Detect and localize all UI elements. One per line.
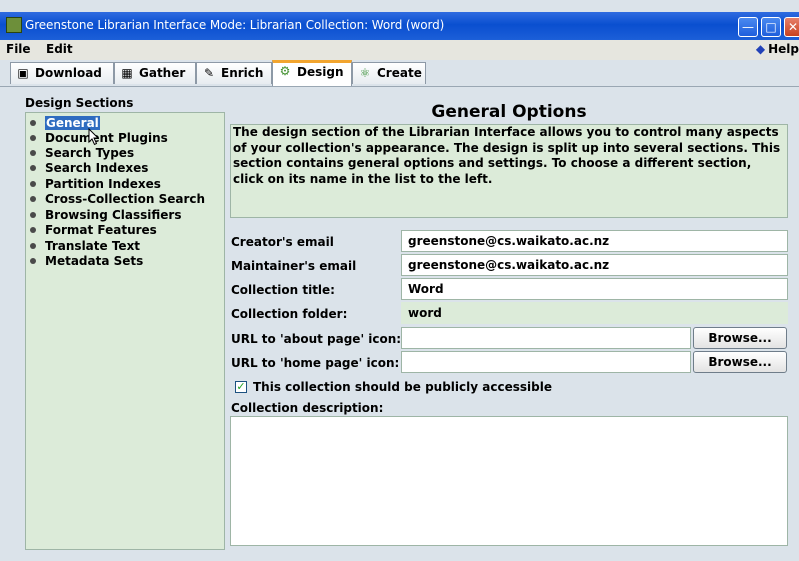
section-item-search-indexes[interactable]: Search Indexes — [30, 161, 148, 177]
maximize-button[interactable]: □ — [761, 17, 781, 37]
menu-bar: File Edit ◆ Help — [0, 40, 799, 60]
window-title: Greenstone Librarian Interface Mode: Lib… — [25, 18, 445, 32]
section-item-cross-collection-search[interactable]: Cross-Collection Search — [30, 192, 205, 208]
page-title: General Options — [431, 102, 587, 122]
minimize-icon: — — [742, 20, 754, 34]
minimize-button[interactable]: — — [738, 17, 758, 37]
collection-folder-value: word — [401, 302, 788, 324]
help-icon: ◆ — [755, 42, 766, 56]
mouse-cursor-icon — [88, 128, 100, 146]
checkmark-icon: ✓ — [236, 380, 246, 393]
gather-icon: ▦ — [121, 66, 133, 80]
bullet-icon — [30, 180, 36, 187]
maintainer-email-label: Maintainer's email — [231, 259, 357, 273]
section-item-translate-text[interactable]: Translate Text — [30, 239, 140, 255]
tab-bar: ▣ Download ▦ Gather ✎ Enrich ⚙ Design ⚛ … — [0, 60, 799, 87]
tab-label: Gather — [139, 66, 186, 80]
collection-description-textarea[interactable] — [230, 416, 788, 546]
section-item-partition-indexes[interactable]: Partition Indexes — [30, 177, 161, 193]
home-icon-url-input[interactable] — [401, 351, 691, 373]
section-label: Browsing Classifiers — [45, 208, 182, 222]
title-bar: Greenstone Librarian Interface Mode: Lib… — [0, 12, 799, 40]
bullet-icon — [30, 242, 36, 249]
download-icon: ▣ — [17, 66, 29, 80]
design-sections-label: Design Sections — [25, 96, 134, 110]
section-label: Cross-Collection Search — [45, 192, 206, 206]
bullet-icon — [30, 164, 36, 171]
section-label: Metadata Sets — [45, 254, 144, 268]
collection-title-field[interactable]: Word — [401, 278, 788, 300]
design-gear-icon: ⚙ — [279, 64, 291, 78]
creator-email-label: Creator's email — [231, 235, 334, 249]
home-icon-browse-button[interactable]: Browse... — [693, 351, 787, 373]
section-label: Translate Text — [45, 239, 141, 253]
bullet-icon — [30, 195, 36, 202]
section-label: Format Features — [45, 223, 157, 237]
collection-title-label: Collection title: — [231, 283, 335, 297]
home-icon-label: URL to 'home page' icon: — [231, 356, 400, 370]
about-icon-browse-button[interactable]: Browse... — [693, 327, 787, 349]
section-item-format-features[interactable]: Format Features — [30, 223, 157, 239]
section-label: Search Types — [45, 146, 135, 160]
section-item-browsing-classifiers[interactable]: Browsing Classifiers — [30, 208, 181, 224]
collection-description-label: Collection description: — [231, 401, 384, 415]
public-access-label[interactable]: This collection should be publicly acces… — [253, 380, 552, 394]
tab-create[interactable]: ⚛ Create — [352, 62, 426, 84]
maintainer-email-field[interactable]: greenstone@cs.waikato.ac.nz — [401, 254, 788, 276]
collection-folder-label: Collection folder: — [231, 307, 348, 321]
creator-email-field[interactable]: greenstone@cs.waikato.ac.nz — [401, 230, 788, 252]
section-item-metadata-sets[interactable]: Metadata Sets — [30, 254, 143, 270]
design-sections-list: General Document Plugins Search Types Se… — [25, 112, 225, 550]
maximize-icon: □ — [765, 20, 777, 34]
close-button[interactable]: ✕ — [784, 17, 799, 37]
create-icon: ⚛ — [359, 66, 371, 80]
tab-enrich[interactable]: ✎ Enrich — [196, 62, 272, 84]
section-item-search-types[interactable]: Search Types — [30, 146, 134, 162]
bullet-icon — [30, 134, 36, 141]
tab-label: Create — [377, 66, 422, 80]
enrich-icon: ✎ — [203, 66, 215, 80]
bullet-icon — [30, 211, 36, 218]
app-icon — [6, 17, 22, 33]
section-label: Search Indexes — [45, 161, 149, 175]
tab-label: Enrich — [221, 66, 264, 80]
public-access-checkbox[interactable]: ✓ — [235, 381, 247, 393]
section-description: The design section of the Librarian Inte… — [230, 124, 788, 218]
help-label: Help — [768, 42, 799, 56]
bullet-icon — [30, 257, 36, 264]
close-icon: ✕ — [787, 20, 799, 34]
tab-gather[interactable]: ▦ Gather — [114, 62, 196, 84]
tab-label: Download — [35, 66, 102, 80]
bullet-icon — [30, 226, 36, 233]
tab-download[interactable]: ▣ Download — [10, 62, 114, 84]
about-icon-label: URL to 'about page' icon: — [231, 332, 402, 346]
menu-help[interactable]: ◆ Help — [756, 42, 799, 56]
section-label: Document Plugins — [45, 131, 168, 145]
tab-label: Design — [297, 65, 344, 79]
tab-design[interactable]: ⚙ Design — [272, 60, 352, 86]
about-icon-url-input[interactable] — [401, 327, 691, 349]
section-label: Partition Indexes — [45, 177, 161, 191]
menu-edit[interactable]: Edit — [46, 42, 73, 56]
menu-file[interactable]: File — [6, 42, 31, 56]
bullet-icon — [30, 119, 36, 126]
bullet-icon — [30, 149, 36, 156]
